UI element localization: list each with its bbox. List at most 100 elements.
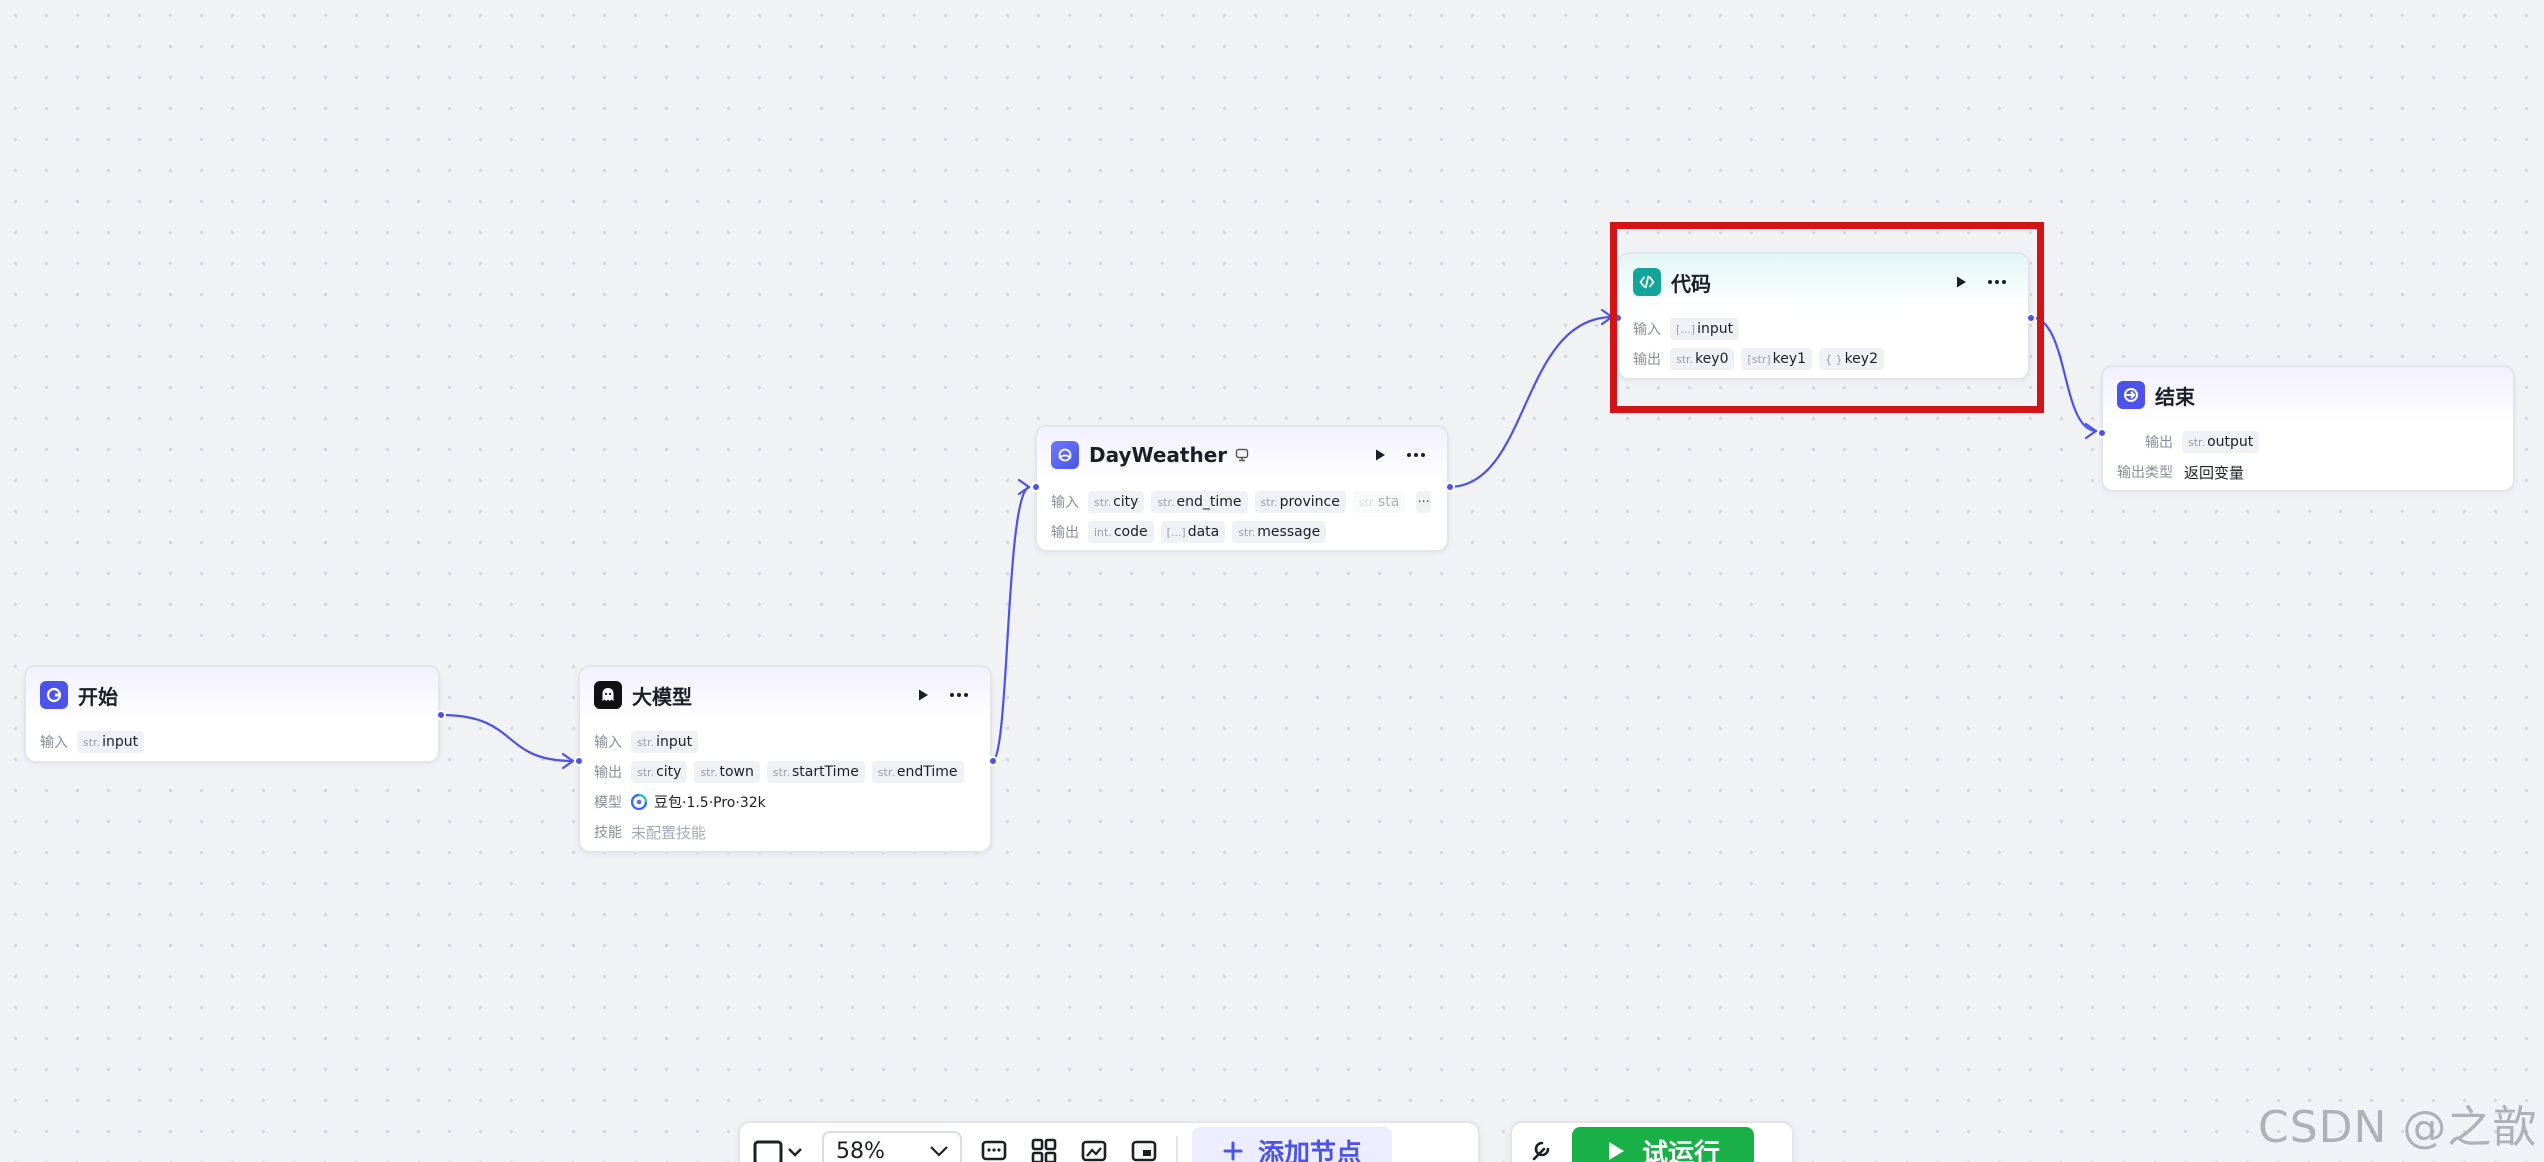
end-icon [2117, 381, 2145, 409]
model-name: 豆包·1.5·Pro·32k [654, 795, 766, 811]
select-mode-icon[interactable] [750, 1133, 808, 1162]
arrow-weather [1017, 478, 1031, 496]
connection-wires [440, 308, 2098, 770]
variable-tag: str. end_time [1151, 491, 1248, 513]
input-label: 输入 [1633, 322, 1661, 338]
minimap-icon[interactable] [1076, 1133, 1112, 1162]
llm-output-port[interactable] [988, 756, 998, 766]
add-node-button[interactable]: 添加节点 [1192, 1127, 1393, 1162]
auto-layout-icon[interactable] [1026, 1133, 1062, 1162]
variable-tag: str. sta [1352, 491, 1406, 513]
wire-llm-weather [990, 485, 1031, 763]
wire-code-end [2029, 315, 2098, 433]
wire-start-llm [440, 713, 574, 763]
input-label: 输入 [594, 735, 622, 751]
variable-tag: str. city [1088, 491, 1145, 513]
play-icon[interactable] [1365, 440, 1395, 470]
model-label: 模型 [594, 795, 622, 811]
play-icon[interactable] [908, 680, 938, 710]
output-type-label: 输出类型 [2117, 465, 2173, 481]
llm-output-row: 输出 str. city str. town str. startTime str. e… [594, 757, 974, 787]
variable-tag: str. key0 [1670, 348, 1735, 370]
comment-icon[interactable] [976, 1133, 1012, 1162]
code-node-header: 代码 [1619, 254, 2028, 310]
code-input-row: 输入 [...] input [1633, 314, 2012, 344]
play-icon[interactable] [1946, 267, 1976, 297]
dayweather-node-header: DayWeather [1037, 427, 1447, 483]
code-output-port[interactable] [2026, 313, 2036, 323]
variable-tag: str. startTime [766, 761, 865, 783]
start-input-row: 输入 str. input [40, 727, 422, 757]
skill-value: 未配置技能 [631, 823, 707, 842]
more-icon[interactable] [1401, 440, 1431, 470]
doubao-logo-icon [631, 794, 647, 810]
variable-tag: [...] input [1670, 318, 1740, 340]
start-node-title: 开始 [78, 684, 118, 709]
output-label: 输出 [1633, 352, 1661, 368]
output-label: 输出 [2145, 435, 2173, 451]
end-node[interactable]: 结束 输出 str. output 输出类型 返回变量 [2097, 365, 2515, 492]
canvas-toolbar: 58% 添加节点 [738, 1121, 1480, 1162]
output-label: 输出 [1051, 525, 1079, 541]
end-output-row: 输出 str. output [2117, 427, 2497, 457]
start-node-header: 开始 [26, 667, 438, 723]
more-icon[interactable] [1982, 267, 2012, 297]
llm-model-row: 模型 豆包·1.5·Pro·32k [594, 787, 974, 817]
more-inputs-button[interactable]: ··· [1416, 491, 1431, 513]
plus-icon [1222, 1140, 1244, 1162]
variable-tag: [str] key1 [1741, 348, 1813, 370]
dayweather-output-port[interactable] [1445, 482, 1455, 492]
output-type-value: 返回变量 [2184, 463, 2245, 482]
variable-tag: str. output [2182, 431, 2260, 453]
code-output-row: 输出 str. key0 [str] key1 { } key2 [1633, 344, 2012, 374]
dayweather-input-port[interactable] [1031, 482, 1041, 492]
input-label: 输入 [40, 735, 68, 751]
output-label: 输出 [594, 765, 622, 781]
add-node-label: 添加节点 [1258, 1138, 1363, 1162]
zoom-select[interactable]: 58% [822, 1131, 962, 1162]
zoom-value: 58% [836, 1138, 885, 1162]
workflow-canvas[interactable]: 开始 输入 str. input 大模型 输入 str. input 输出 st… [0, 0, 2544, 1162]
llm-node-header: 大模型 [580, 667, 990, 723]
dayweather-output-row: 输出 int. code [...] data str. message [1051, 517, 1431, 547]
start-icon [40, 681, 68, 709]
variable-tag: { } key2 [1819, 348, 1884, 370]
arrow-llm [561, 752, 575, 770]
variable-tag: str. input [77, 731, 145, 753]
llm-node[interactable]: 大模型 输入 str. input 输出 str. city str. town st… [574, 665, 998, 853]
code-input-port[interactable] [1613, 313, 1623, 323]
start-output-port[interactable] [436, 710, 446, 720]
variable-tag: str. endTime [871, 761, 964, 783]
skill-label: 技能 [594, 825, 622, 841]
fit-view-icon[interactable] [1126, 1133, 1162, 1162]
wire-weather-code [1448, 315, 1614, 489]
arrow-code [1600, 308, 1614, 326]
watermark-text: CSDN @之歆 [2258, 1102, 2538, 1153]
plugin-badge-icon [1235, 448, 1249, 462]
end-node-header: 结束 [2103, 367, 2513, 423]
variable-tag: int. code [1088, 521, 1154, 543]
weather-plugin-icon [1051, 441, 1079, 469]
variable-tag: str. province [1254, 491, 1346, 513]
dayweather-node[interactable]: DayWeather 输入 str. city str. end_time str.… [1031, 425, 1455, 552]
play-icon [1606, 1140, 1626, 1162]
more-icon[interactable] [944, 680, 974, 710]
variable-tag: str. input [631, 731, 699, 753]
code-node-title: 代码 [1671, 271, 1711, 296]
end-input-port[interactable] [2097, 428, 2107, 438]
llm-skill-row: 技能 未配置技能 [594, 817, 974, 847]
llm-node-title: 大模型 [632, 684, 692, 709]
test-run-button[interactable]: 试运行 [1572, 1127, 1755, 1162]
start-node[interactable]: 开始 输入 str. input [24, 665, 446, 763]
end-node-title: 结束 [2155, 384, 2195, 409]
variable-tag: str. message [1232, 521, 1327, 543]
llm-model-icon [594, 681, 622, 709]
chevron-down-icon [928, 1144, 950, 1158]
code-node[interactable]: 代码 输入 [...] input 输出 str. key0 [str] key1 {… [1613, 252, 2036, 380]
variable-tag: str. town [694, 761, 760, 783]
arrow-end [2084, 422, 2098, 440]
llm-input-port[interactable] [574, 756, 584, 766]
dayweather-input-row: 输入 str. city str. end_time str. province st… [1051, 487, 1431, 517]
debug-tool-icon[interactable] [1522, 1133, 1558, 1162]
input-label: 输入 [1051, 495, 1079, 511]
